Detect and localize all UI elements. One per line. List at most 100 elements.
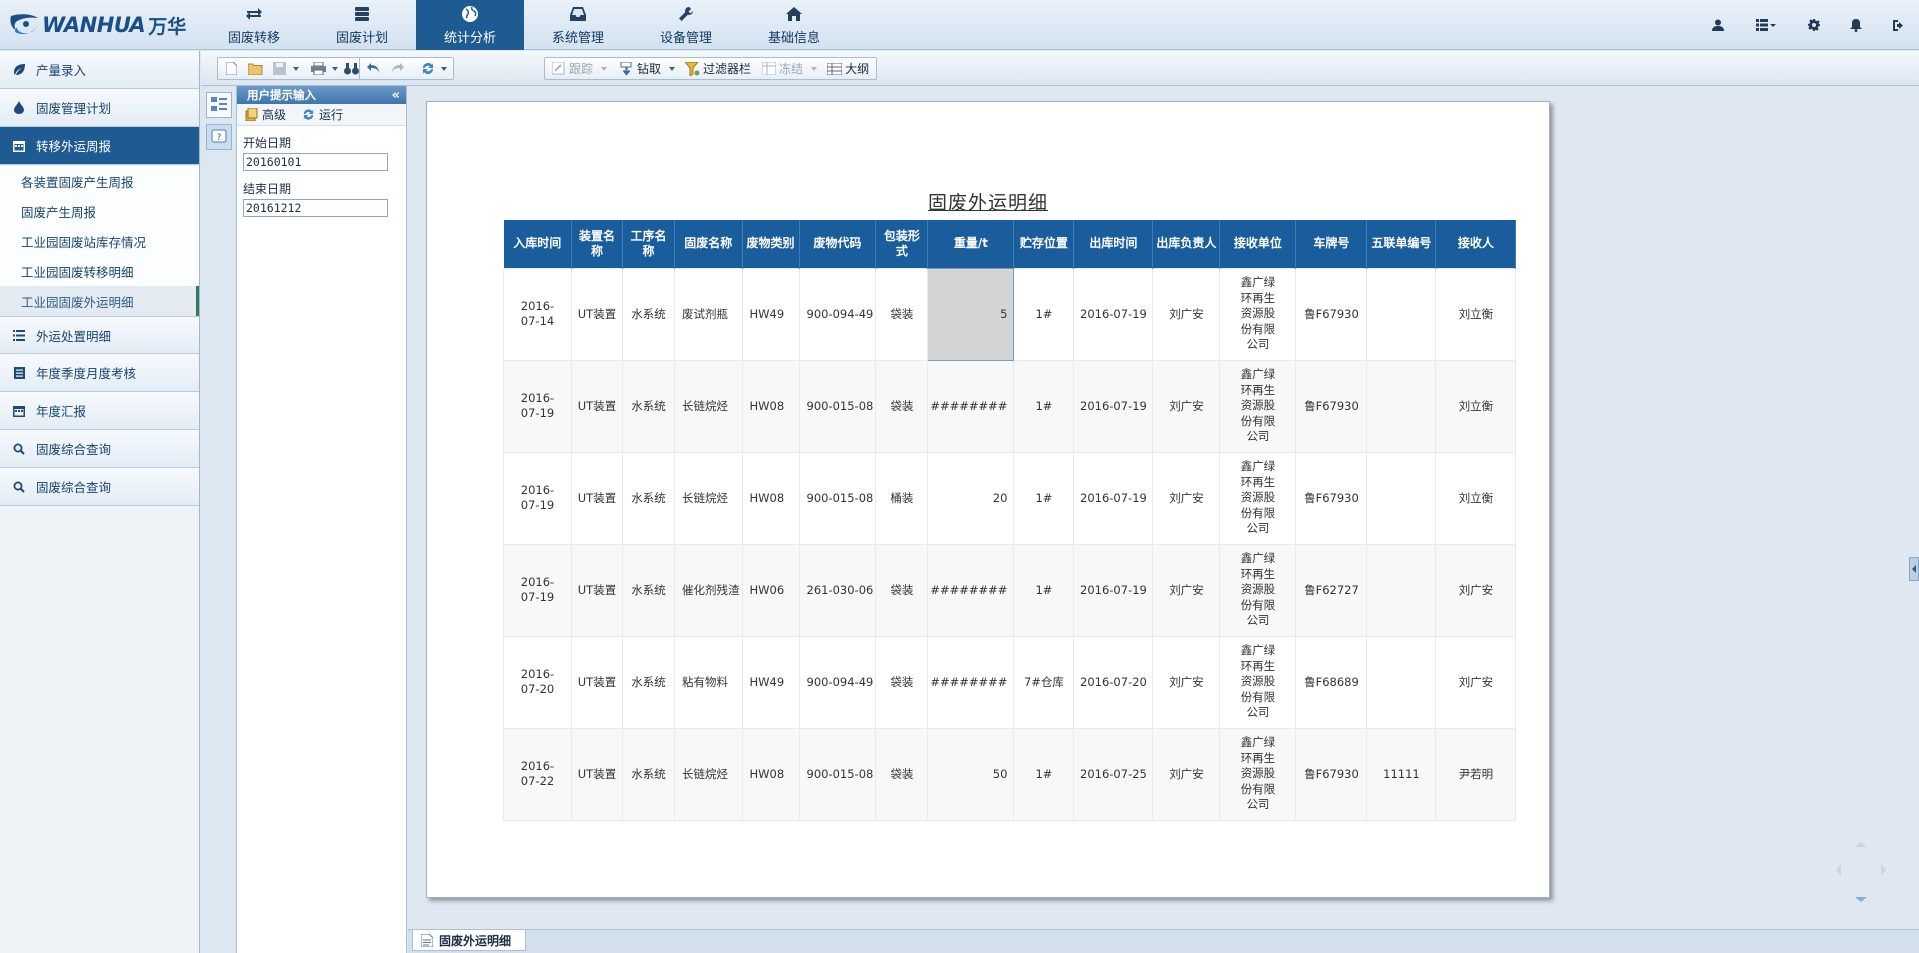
table-cell[interactable]: 长链烷烃 [674, 451, 743, 545]
table-cell[interactable]: 刘广安 [1152, 267, 1221, 361]
table-cell[interactable]: 刘立衡 [1435, 267, 1517, 361]
open-button[interactable] [245, 58, 269, 79]
table-cell[interactable]: 1# [1013, 543, 1075, 637]
sidebar-item-query-2[interactable]: 固废综合查询 [0, 468, 199, 506]
redo-button[interactable] [387, 58, 411, 79]
nav-item-system[interactable]: 系统管理 [524, 0, 632, 50]
table-cell[interactable]: 袋装 [875, 359, 929, 453]
table-cell[interactable]: 5 [927, 267, 1015, 361]
table-cell[interactable]: 鑫广绿环再生资源股份有限公司 [1219, 727, 1297, 821]
table-cell[interactable]: 7#仓库 [1013, 635, 1075, 729]
table-cell[interactable]: 2016-07-19 [1073, 543, 1154, 637]
table-cell[interactable]: 1# [1013, 359, 1075, 453]
table-cell[interactable]: 刘广安 [1152, 359, 1221, 453]
table-cell[interactable]: 1# [1013, 267, 1075, 361]
sidebar-item-annual-report[interactable]: 年度汇报 [0, 392, 199, 430]
table-cell[interactable]: 50 [927, 727, 1015, 821]
table-cell[interactable]: 粘有物料 [674, 635, 743, 729]
filter-bar-button[interactable]: 过滤器栏 [682, 58, 754, 79]
table-cell[interactable]: 2016-07-25 [1073, 727, 1154, 821]
sidebar-item-assessment[interactable]: 年度季度月度考核 [0, 354, 199, 392]
table-cell[interactable]: 鑫广绿环再生资源股份有限公司 [1219, 635, 1297, 729]
sidebar-item-transfer-weekly[interactable]: 转移外运周报 [0, 127, 199, 165]
data-explorer-button[interactable] [206, 92, 232, 118]
drill-button[interactable]: 钻取 [616, 58, 678, 79]
sidebar-item-disposal-detail[interactable]: 外运处置明细 [0, 316, 199, 354]
table-cell[interactable]: 2016-07-19 [1073, 267, 1154, 361]
table-cell[interactable]: 刘立衡 [1435, 451, 1517, 545]
advanced-button[interactable]: 高级 [245, 106, 286, 123]
table-cell[interactable]: 水系统 [622, 635, 675, 729]
table-cell[interactable]: UT装置 [571, 635, 623, 729]
table-cell[interactable]: 袋装 [875, 727, 929, 821]
collapse-panel-icon[interactable]: « [392, 88, 400, 103]
table-cell[interactable]: 2016-07-19 [503, 359, 572, 453]
table-cell[interactable]: 刘广安 [1435, 635, 1517, 729]
save-button[interactable] [269, 58, 302, 79]
table-cell[interactable] [1366, 635, 1437, 729]
gear-icon[interactable] [1793, 0, 1835, 50]
sidebar-item-production-entry[interactable]: 产量录入 [0, 51, 199, 89]
user-icon[interactable] [1697, 0, 1739, 50]
table-cell[interactable]: 2016-07-20 [1073, 635, 1154, 729]
refresh-button[interactable] [417, 58, 450, 79]
table-cell[interactable]: UT装置 [571, 727, 623, 821]
table-cell[interactable]: 刘广安 [1152, 635, 1221, 729]
freeze-button[interactable]: 冻结 [758, 58, 820, 79]
table-cell[interactable]: 鲁F67930 [1295, 451, 1368, 545]
table-cell[interactable]: 刘广安 [1152, 451, 1221, 545]
logout-icon[interactable] [1877, 0, 1919, 50]
table-cell[interactable] [1366, 451, 1437, 545]
table-cell[interactable]: 废试剂瓶 [674, 267, 743, 361]
table-cell[interactable]: ######## [927, 635, 1015, 729]
table-cell[interactable]: HW08 [741, 727, 800, 821]
sidebar-item-query[interactable]: 固废综合查询 [0, 430, 199, 468]
nav-item-waste-plan[interactable]: 固废计划 [308, 0, 416, 50]
sidebar-subitem[interactable]: 各装置固废产生周报 [0, 166, 199, 196]
table-cell[interactable]: 900-015-08 [798, 451, 877, 545]
table-cell[interactable]: 20 [927, 451, 1015, 545]
table-cell[interactable]: 2016-07-20 [503, 635, 572, 729]
table-cell[interactable]: 袋装 [875, 267, 929, 361]
table-cell[interactable]: 鑫广绿环再生资源股份有限公司 [1219, 359, 1297, 453]
nav-item-basic-info[interactable]: 基础信息 [740, 0, 848, 50]
table-cell[interactable]: 2016-07-14 [503, 267, 572, 361]
table-cell[interactable]: 刘广安 [1435, 543, 1517, 637]
table-cell[interactable]: 1# [1013, 727, 1075, 821]
sidebar-item-waste-plan[interactable]: 固废管理计划 [0, 89, 199, 127]
sidebar-subitem[interactable]: 工业园固废转移明细 [0, 256, 199, 286]
table-cell[interactable] [1366, 359, 1437, 453]
table-cell[interactable]: HW49 [741, 267, 800, 361]
table-cell[interactable]: 水系统 [622, 727, 675, 821]
table-cell[interactable]: ######## [927, 543, 1015, 637]
table-cell[interactable]: 鲁F62727 [1295, 543, 1368, 637]
menu-list-icon[interactable] [1739, 0, 1793, 50]
table-cell[interactable]: 袋装 [875, 635, 929, 729]
table-cell[interactable]: 催化剂残渣 [674, 543, 743, 637]
outline-button[interactable]: 大纲 [824, 58, 872, 79]
table-cell[interactable]: 鲁F68689 [1295, 635, 1368, 729]
table-cell[interactable]: 水系统 [622, 451, 675, 545]
nav-item-equipment[interactable]: 设备管理 [632, 0, 740, 50]
table-cell[interactable]: 水系统 [622, 543, 675, 637]
table-cell[interactable]: 长链烷烃 [674, 727, 743, 821]
table-cell[interactable]: 鲁F67930 [1295, 359, 1368, 453]
table-cell[interactable]: 900-094-49 [798, 267, 877, 361]
table-cell[interactable]: 水系统 [622, 359, 675, 453]
tab-waste-shipment-detail[interactable]: 固废外运明细 [412, 930, 527, 951]
right-panel-toggle[interactable] [1909, 557, 1919, 581]
table-cell[interactable]: 2016-07-19 [503, 451, 572, 545]
nav-item-waste-transfer[interactable]: 固废转移 [200, 0, 308, 50]
table-cell[interactable]: 261-030-06 [798, 543, 877, 637]
start-date-input[interactable] [243, 153, 388, 171]
nav-item-statistics[interactable]: 统计分析 [416, 0, 524, 50]
table-cell[interactable]: 桶装 [875, 451, 929, 545]
table-cell[interactable]: 长链烷烃 [674, 359, 743, 453]
table-cell[interactable]: UT装置 [571, 543, 623, 637]
new-button[interactable] [221, 58, 245, 79]
print-button[interactable] [308, 58, 341, 79]
table-cell[interactable]: 尹若明 [1435, 727, 1517, 821]
table-cell[interactable]: HW08 [741, 451, 800, 545]
table-cell[interactable]: 鑫广绿环再生资源股份有限公司 [1219, 451, 1297, 545]
table-cell[interactable]: 鑫广绿环再生资源股份有限公司 [1219, 543, 1297, 637]
